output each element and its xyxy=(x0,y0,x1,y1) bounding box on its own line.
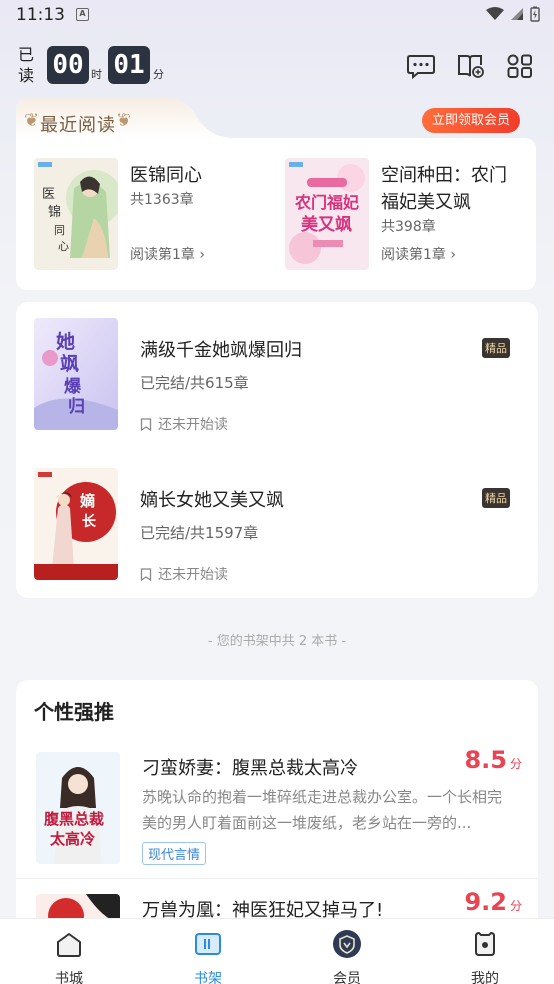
system-icons xyxy=(486,6,540,22)
score-unit: 分 xyxy=(509,757,522,771)
status-time: 11:13 xyxy=(16,5,65,25)
bookstore-icon xyxy=(57,933,81,957)
read-label: 已读 xyxy=(18,45,35,85)
svg-text:长: 长 xyxy=(82,513,97,530)
tab-label: 书架 xyxy=(194,971,222,984)
bookmark-icon xyxy=(140,417,152,431)
profile-icon xyxy=(475,932,495,956)
hours-unit: 时 xyxy=(91,68,102,81)
minutes-display: 01 xyxy=(108,46,150,84)
genre-tag[interactable]: 现代言情 xyxy=(142,842,207,865)
battery-icon xyxy=(530,6,540,22)
svg-text:心: 心 xyxy=(58,240,69,253)
tab-vip[interactable]: 会员 xyxy=(307,925,387,984)
vip-shield-icon xyxy=(333,930,361,958)
shelf-book-status: 已完结/共615章 xyxy=(140,374,249,392)
svg-text:归: 归 xyxy=(68,396,85,417)
score-value: 8.5 xyxy=(464,746,507,774)
recent-book-title: 医锦同心 xyxy=(130,165,202,186)
book-cover-image: 嫡 长 xyxy=(34,468,118,580)
score-value: 9.2 xyxy=(464,888,507,916)
reading-time-header: 已读 00 时 01 分 xyxy=(0,40,554,96)
recent-reading-title: 最近阅读 xyxy=(40,115,116,136)
divider xyxy=(16,878,538,879)
recommend-book-1[interactable]: 腹黑总裁 太高冷 刁蛮娇妻：腹黑总裁太高冷 8.5 分 苏晚认命的抱着一堆碎纸走进… xyxy=(36,746,526,865)
shelf-book-status: 已完结/共1597章 xyxy=(140,524,259,542)
signal-icon xyxy=(511,8,523,20)
recent-book-progress[interactable]: 阅读第1章 › xyxy=(130,244,205,264)
laurel-right-icon: ❦ xyxy=(116,110,132,131)
recommend-title: 个性强推 xyxy=(34,700,114,724)
svg-text:同: 同 xyxy=(54,224,65,237)
svg-text:飒: 飒 xyxy=(60,353,79,375)
recommend-card: 个性强推 腹黑总裁 太高冷 刁蛮娇妻：腹黑总裁太高冷 8.5 分 苏晚认命的抱着一… xyxy=(16,680,538,940)
shelf-book-title: 满级千金她飒爆回归 xyxy=(140,340,302,361)
recent-book-chapters: 共398章 xyxy=(381,219,436,235)
book-cover-image: 腹黑总裁 太高冷 xyxy=(36,752,120,864)
recent-book-1[interactable]: 医 锦 同 心 医锦同心 共1363章 阅读第1章 › xyxy=(34,158,274,270)
bookshelf-card: 她 飒 爆 归 满级千金她飒爆回归 已完结/共615章 还未开始读 精品 嫡 长… xyxy=(16,302,538,598)
tab-profile[interactable]: 我的 xyxy=(445,925,525,984)
laurel-left-icon: ❦ xyxy=(24,110,40,131)
recommend-book-score: 9.2 分 xyxy=(464,888,522,916)
minutes-unit: 分 xyxy=(153,68,164,81)
shelf-count-footer: - 您的书架中共 2 本书 - xyxy=(207,634,347,649)
book-cover-image: 农门福妃 美又飒 xyxy=(285,158,369,270)
shelf-book-note-text: 还未开始读 xyxy=(158,567,228,583)
premium-badge: 精品 xyxy=(482,488,510,508)
svg-text:农门福妃: 农门福妃 xyxy=(294,193,359,212)
shelf-book-note: 还未开始读 xyxy=(140,414,228,434)
svg-text:她: 她 xyxy=(56,330,75,353)
book-add-icon[interactable] xyxy=(456,52,486,80)
shelf-book-2[interactable]: 嫡 长 嫡长女她又美又飒 已完结/共1597章 还未开始读 精品 xyxy=(34,468,524,584)
book-cover-image: 她 飒 爆 归 xyxy=(34,318,118,430)
svg-text:医: 医 xyxy=(42,187,55,202)
score-unit: 分 xyxy=(509,899,522,913)
book-cover-image: 医 锦 同 心 xyxy=(34,158,118,270)
shelf-book-note-text: 还未开始读 xyxy=(158,417,228,433)
message-icon[interactable] xyxy=(406,52,436,80)
svg-text:嫡: 嫡 xyxy=(80,492,95,510)
shelf-book-title: 嫡长女她又美又飒 xyxy=(140,490,284,511)
recent-reading-card: ❦ 最近阅读 ❦ 立即领取会员 医 锦 同 心 医锦同心 共1363章 阅读第1… xyxy=(16,98,536,290)
apps-grid-icon[interactable] xyxy=(505,52,535,80)
svg-text:爆: 爆 xyxy=(64,377,82,397)
wifi-icon xyxy=(486,7,504,20)
recommend-book-description: 苏晚认命的抱着一堆碎纸走进总裁办公室。一个长相完美的男人盯着面前这一堆废纸，老乡… xyxy=(142,788,503,832)
svg-text:太高冷: 太高冷 xyxy=(50,830,95,848)
recent-book-title: 空间种田：农门福妃美又飒 xyxy=(381,165,507,213)
recent-book-progress[interactable]: 阅读第1章 › xyxy=(381,244,456,264)
premium-badge: 精品 xyxy=(482,338,510,358)
bookshelf-icon xyxy=(195,933,221,955)
shelf-book-1[interactable]: 她 飒 爆 归 满级千金她飒爆回归 已完结/共615章 还未开始读 精品 xyxy=(34,318,524,434)
tab-bookstore[interactable]: 书城 xyxy=(29,925,109,984)
svg-text:美又飒: 美又飒 xyxy=(301,214,352,235)
bottom-tab-bar: 书城 书架 会员 我的 xyxy=(0,918,554,984)
bookmark-icon xyxy=(140,567,152,581)
recent-book-2[interactable]: 农门福妃 美又飒 空间种田：农门福妃美又飒 共398章 阅读第1章 › xyxy=(285,158,525,270)
recent-book-chapters: 共1363章 xyxy=(130,192,194,208)
recommend-book-score: 8.5 分 xyxy=(464,746,522,774)
tab-bookshelf[interactable]: 书架 xyxy=(168,925,248,984)
hours-display: 00 xyxy=(47,46,89,84)
svg-text:腹黑总裁: 腹黑总裁 xyxy=(44,810,104,828)
notification-a-icon: A xyxy=(76,8,89,21)
tab-label: 书城 xyxy=(55,971,83,984)
status-bar: 11:13 A xyxy=(0,0,554,32)
tab-label: 会员 xyxy=(333,971,361,984)
shelf-book-note: 还未开始读 xyxy=(140,564,228,584)
recommend-book-title: 刁蛮娇妻：腹黑总裁太高冷 xyxy=(142,758,358,779)
tab-label: 我的 xyxy=(471,971,499,984)
svg-text:锦: 锦 xyxy=(48,205,61,220)
claim-vip-button[interactable]: 立即领取会员 xyxy=(421,108,520,133)
